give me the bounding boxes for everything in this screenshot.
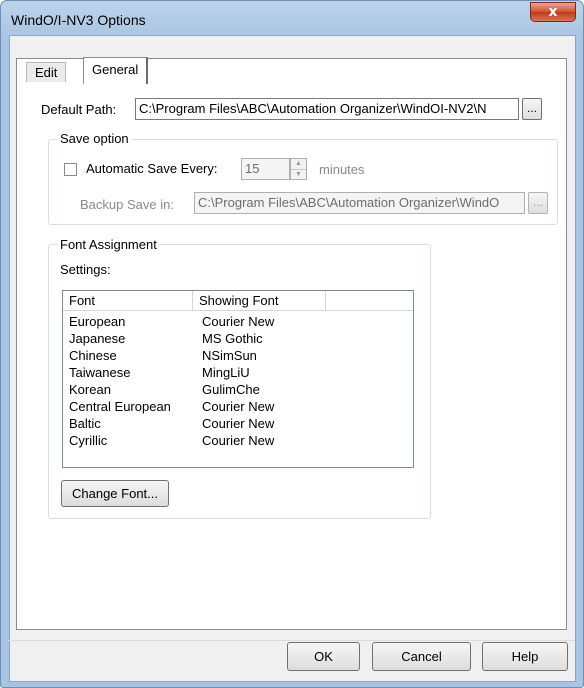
- font-assignment-title: Font Assignment: [58, 237, 159, 252]
- showing-font-cell: Courier New: [202, 399, 275, 414]
- backup-save-label: Backup Save in:: [80, 197, 174, 212]
- backup-browse-button[interactable]: ...: [528, 192, 548, 214]
- minutes-unit-label: minutes: [319, 162, 365, 177]
- font-name-cell: Japanese: [69, 331, 126, 346]
- font-row[interactable]: Chinese NSimSun: [63, 347, 413, 364]
- tab-edit[interactable]: Edit: [26, 62, 67, 82]
- help-button[interactable]: Help: [482, 642, 568, 671]
- showing-font-cell: Courier New: [202, 314, 275, 329]
- minutes-input[interactable]: 15: [241, 158, 290, 180]
- font-row[interactable]: Korean GulimChe: [63, 381, 413, 398]
- font-name-cell: Cyrillic: [69, 433, 108, 448]
- close-button[interactable]: x: [530, 2, 576, 22]
- cancel-button[interactable]: Cancel: [372, 642, 471, 671]
- auto-save-label: Automatic Save Every:: [86, 161, 218, 176]
- font-row[interactable]: Taiwanese MingLiU: [63, 364, 413, 381]
- auto-save-checkbox[interactable]: [64, 163, 77, 176]
- font-row[interactable]: European Courier New: [63, 313, 413, 330]
- settings-label: Settings:: [60, 262, 111, 277]
- close-icon: x: [548, 4, 558, 20]
- font-row[interactable]: Japanese MS Gothic: [63, 330, 413, 347]
- font-name-cell: Baltic: [69, 416, 101, 431]
- backup-path-input[interactable]: C:\Program Files\ABC\Automation Organize…: [194, 192, 525, 214]
- showing-font-cell: MingLiU: [202, 365, 250, 380]
- ok-button[interactable]: OK: [287, 642, 360, 671]
- default-path-label: Default Path:: [41, 102, 117, 117]
- window-title: WindO/I-NV3 Options: [11, 12, 146, 28]
- font-list[interactable]: Font Showing Font European Courier New J…: [62, 290, 414, 468]
- showing-font-cell: NSimSun: [202, 348, 257, 363]
- font-name-cell: Central European: [69, 399, 171, 414]
- default-path-browse-button[interactable]: ...: [522, 98, 542, 120]
- title-bar[interactable]: WindO/I-NV3 Options x: [1, 1, 583, 35]
- font-row[interactable]: Baltic Courier New: [63, 415, 413, 432]
- column-header-showing-font[interactable]: Showing Font: [193, 291, 326, 311]
- font-name-cell: Chinese: [69, 348, 117, 363]
- default-path-input[interactable]: C:\Program Files\ABC\Automation Organize…: [135, 98, 519, 120]
- column-header-font[interactable]: Font: [63, 291, 193, 311]
- font-name-cell: Korean: [69, 382, 111, 397]
- spin-down-icon[interactable]: ▼: [291, 169, 306, 179]
- change-font-button[interactable]: Change Font...: [61, 480, 169, 507]
- minutes-spinner[interactable]: ▲ ▼: [290, 158, 307, 180]
- spin-up-icon[interactable]: ▲: [291, 159, 306, 169]
- showing-font-cell: GulimChe: [202, 382, 260, 397]
- column-header-blank[interactable]: [326, 291, 413, 311]
- font-row[interactable]: Cyrillic Courier New: [63, 432, 413, 449]
- showing-font-cell: Courier New: [202, 416, 275, 431]
- footer-divider: [8, 640, 575, 641]
- font-name-cell: European: [69, 314, 126, 329]
- tab-general[interactable]: General: [83, 57, 149, 84]
- showing-font-cell: Courier New: [202, 433, 275, 448]
- font-name-cell: Taiwanese: [69, 365, 131, 380]
- font-list-header: Font Showing Font: [63, 291, 413, 311]
- font-row[interactable]: Central European Courier New: [63, 398, 413, 415]
- showing-font-cell: MS Gothic: [202, 331, 263, 346]
- save-option-title: Save option: [58, 131, 131, 146]
